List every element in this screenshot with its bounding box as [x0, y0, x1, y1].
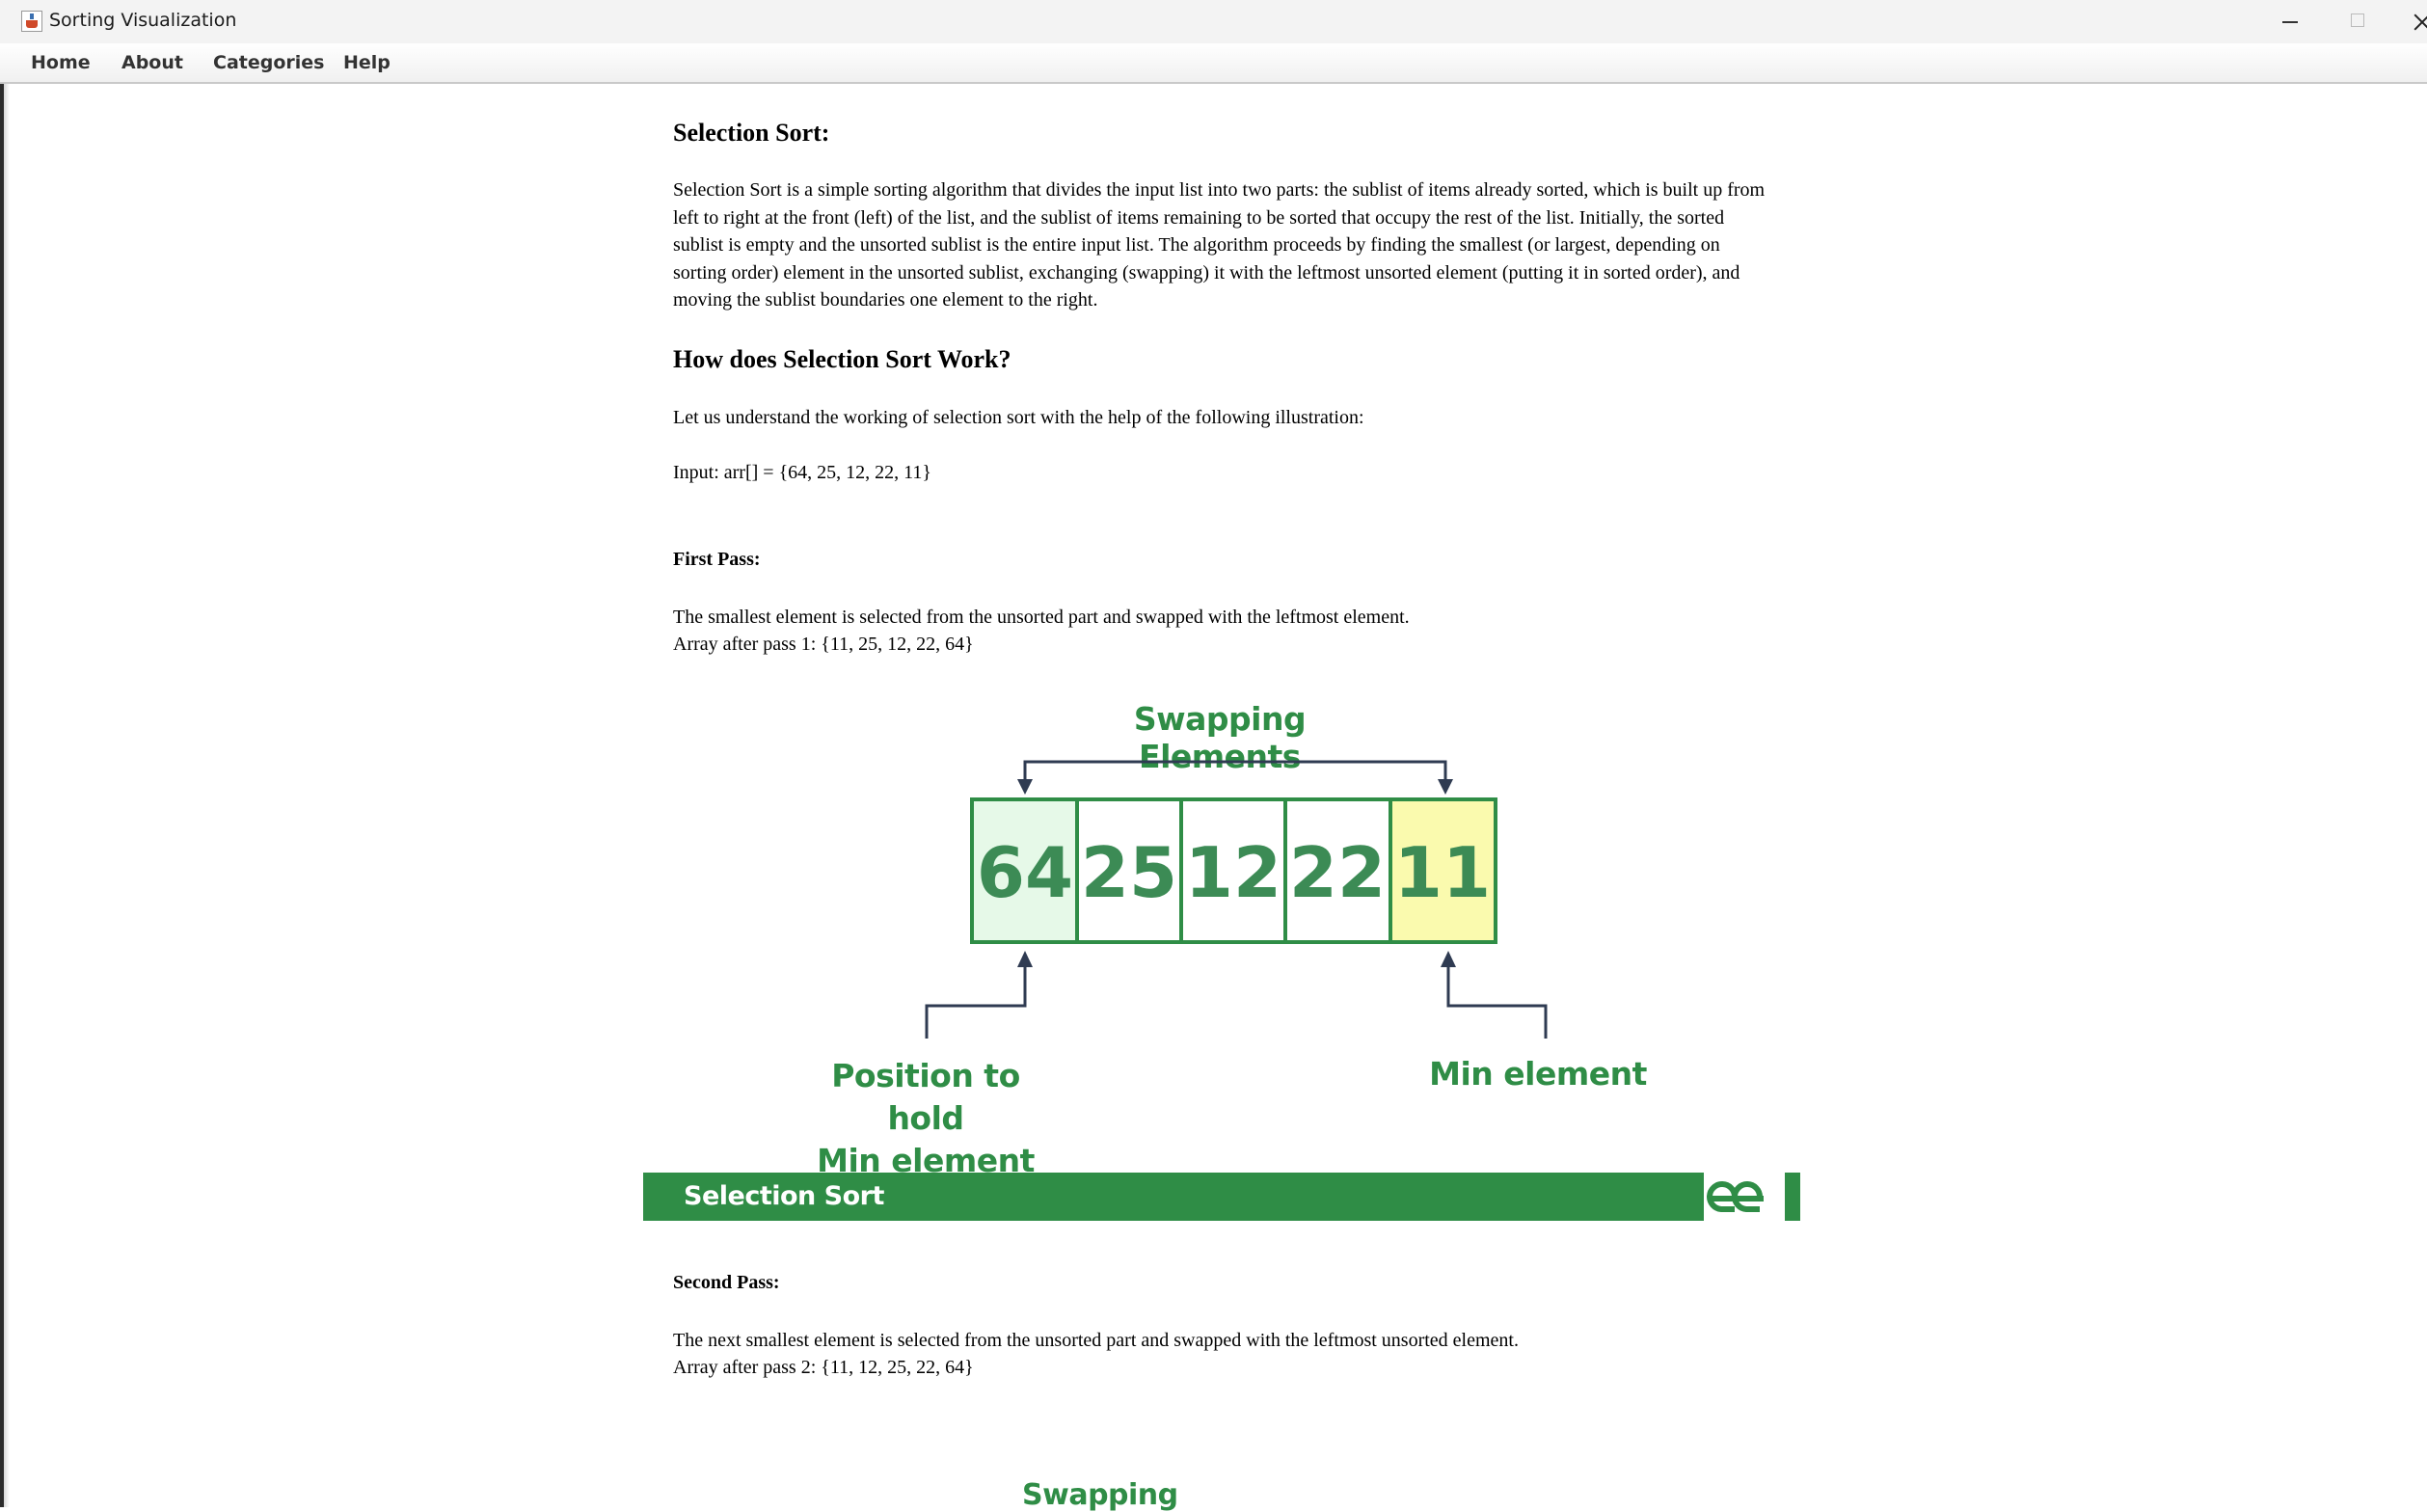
menu-about[interactable]: About — [121, 52, 183, 73]
array-cell-3 — [1283, 797, 1392, 944]
page-title: Selection Sort: — [673, 119, 830, 147]
java-app-icon — [21, 11, 42, 32]
swapping-elements-title: Swapping Elements — [1133, 700, 1307, 775]
array-cell-value: 11 — [1394, 832, 1491, 913]
swap-arrowhead-left — [1017, 779, 1033, 795]
array-cell-1 — [1075, 797, 1183, 944]
array-cell-0 — [970, 797, 1079, 944]
first-pass-result: Array after pass 1: {11, 25, 12, 22, 64} — [673, 634, 974, 655]
array-cell-value: 12 — [1185, 832, 1281, 913]
swap-arrowhead-right — [1438, 779, 1453, 795]
maximize-button[interactable] — [2324, 0, 2391, 43]
gfg-logo-icon — [1707, 1173, 1800, 1221]
position-pointer-line — [925, 964, 1027, 1039]
first-pass-heading: First Pass: — [673, 549, 761, 570]
minimize-button[interactable] — [2256, 0, 2324, 43]
window-titlebar: Sorting Visualization — [0, 0, 2427, 44]
array-cell-value: 22 — [1289, 832, 1386, 913]
second-pass-heading: Second Pass: — [673, 1272, 780, 1293]
min-element-label: Min element — [1429, 1055, 1647, 1093]
close-button[interactable] — [2391, 0, 2427, 43]
banner-title: Selection Sort — [684, 1181, 884, 1211]
input-array-text: Input: arr[] = {64, 25, 12, 22, 11} — [673, 462, 932, 483]
array-cell-value: 64 — [977, 832, 1073, 913]
min-pointer-arrowhead — [1441, 951, 1456, 967]
menu-bar: Home About Categories Help — [0, 43, 2427, 84]
first-pass-description: The smallest element is selected from th… — [673, 607, 1410, 628]
position-pointer-arrowhead — [1017, 951, 1033, 967]
second-pass-description: The next smallest element is selected fr… — [673, 1330, 1519, 1351]
window-left-border — [0, 84, 10, 1507]
second-pass-result: Array after pass 2: {11, 12, 25, 22, 64} — [673, 1357, 974, 1378]
menu-help[interactable]: Help — [343, 52, 391, 73]
min-pointer-line — [1446, 964, 1548, 1039]
position-label: Position to hold Min element — [817, 1057, 1035, 1179]
how-it-works-intro: Let us understand the working of selecti… — [673, 407, 1364, 428]
array-cell-value: 25 — [1081, 832, 1177, 913]
menu-categories[interactable]: Categories — [213, 52, 324, 73]
window-title: Sorting Visualization — [49, 10, 237, 31]
array-cell-4 — [1389, 797, 1497, 944]
intro-paragraph: Selection Sort is a simple sorting algor… — [673, 179, 1766, 310]
selection-sort-banner: Selection Sort — [643, 1173, 1704, 1221]
array-cell-2 — [1179, 797, 1287, 944]
menu-home[interactable]: Home — [31, 52, 91, 73]
how-it-works-heading: How does Selection Sort Work? — [673, 345, 1011, 373]
